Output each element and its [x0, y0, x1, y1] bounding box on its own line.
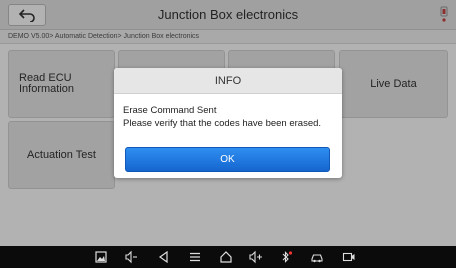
home-icon[interactable] [219, 250, 233, 264]
dialog-message-line2: Please verify that the codes have been e… [123, 118, 322, 129]
back-icon[interactable] [157, 250, 171, 264]
volume-up-icon[interactable] [249, 250, 263, 264]
menu-icon[interactable] [188, 250, 202, 264]
dialog-message: Erase Command Sent Please verify that th… [114, 94, 342, 130]
dialog-message-line1: Erase Command Sent [123, 105, 217, 116]
info-dialog: INFO Erase Command Sent Please verify th… [114, 68, 342, 178]
system-navbar [0, 246, 456, 268]
vci-icon[interactable] [310, 250, 324, 264]
bluetooth-icon[interactable] [279, 250, 293, 264]
dialog-title: INFO [114, 68, 342, 94]
video-record-icon[interactable] [342, 250, 356, 264]
volume-down-icon[interactable] [124, 250, 138, 264]
screenshot-icon[interactable] [94, 250, 108, 264]
ok-button[interactable]: OK [125, 147, 330, 172]
